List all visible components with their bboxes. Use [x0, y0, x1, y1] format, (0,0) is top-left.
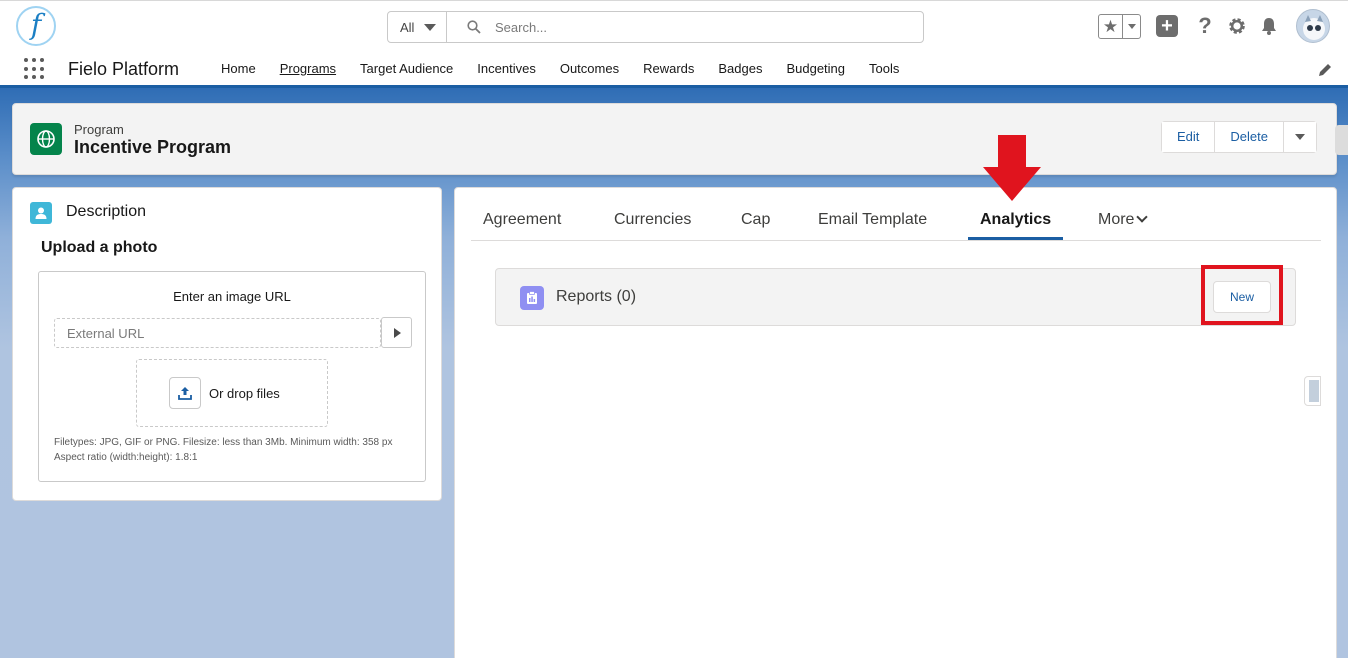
upload-svg [178, 387, 192, 400]
person-svg [35, 207, 47, 219]
logo-letter: f [30, 7, 42, 41]
nav-item-home[interactable]: Home [209, 52, 268, 86]
edit-nav-pencil-icon[interactable] [1317, 62, 1333, 78]
nav-items: Home Programs Target Audience Incentives… [209, 52, 911, 86]
search-scope-dropdown[interactable]: All [388, 12, 447, 42]
tab-cap[interactable]: Cap [729, 200, 782, 240]
play-arrow-icon [394, 327, 401, 338]
tab-more[interactable]: More [1086, 200, 1158, 240]
fielo-logo[interactable]: f [16, 6, 56, 46]
favorites-star-icon[interactable]: ★ [1099, 15, 1123, 38]
chevron-down-icon [1136, 211, 1149, 223]
drop-label: Or drop files [209, 386, 280, 401]
avatar-svg [1303, 15, 1325, 40]
report-icon [520, 286, 544, 310]
tabs-panel: Agreement Currencies Cap Email Template … [454, 187, 1337, 658]
caret-down-icon [1127, 24, 1136, 29]
record-header: Program Incentive Program Edit Delete [12, 103, 1337, 175]
annotation-arrow-icon [983, 135, 1041, 201]
aspect-ratio-hint: Aspect ratio (width:height): 1.8:1 [54, 452, 198, 463]
search-box [447, 12, 923, 42]
description-card: Description Upload a photo Enter an imag… [12, 187, 442, 501]
record-actions: Edit Delete [1161, 121, 1317, 153]
global-header: f All ★ + ? [0, 0, 1348, 52]
handle-grip-icon [1309, 380, 1319, 402]
search-icon [467, 20, 481, 34]
reports-title: Reports (0) [556, 288, 637, 305]
upload-box: Enter an image URL Or drop files Filetyp… [38, 271, 426, 482]
tab-agreement[interactable]: Agreement [471, 200, 573, 240]
help-icon[interactable]: ? [1194, 13, 1216, 38]
search-input[interactable] [495, 19, 875, 35]
nav-item-budgeting[interactable]: Budgeting [774, 52, 857, 86]
external-url-input[interactable] [54, 318, 381, 348]
nav-item-outcomes[interactable]: Outcomes [548, 52, 631, 86]
new-button-highlight [1201, 265, 1283, 325]
app-name: Fielo Platform [68, 59, 180, 79]
file-drop-zone[interactable]: Or drop files [136, 359, 328, 427]
globe-icon [30, 123, 62, 155]
search-scope-label: All [400, 19, 415, 35]
notifications-bell-icon[interactable] [1258, 15, 1280, 37]
tab-analytics[interactable]: Analytics [968, 200, 1064, 240]
upload-title: Upload a photo [41, 239, 158, 256]
url-label: Enter an image URL [173, 289, 291, 304]
global-search: All [387, 11, 924, 43]
nav-item-programs[interactable]: Programs [268, 52, 348, 86]
caret-down-icon [1294, 134, 1305, 140]
tab-more-label: More [1098, 211, 1135, 228]
avatar[interactable] [1296, 9, 1330, 43]
bell-svg [1262, 18, 1276, 35]
nav-item-rewards[interactable]: Rewards [631, 52, 706, 86]
nav-item-incentives[interactable]: Incentives [465, 52, 548, 86]
gear-svg [1229, 18, 1245, 34]
tab-bar: Agreement Currencies Cap Email Template … [471, 200, 1321, 241]
delete-button[interactable]: Delete [1215, 122, 1284, 152]
card-title: Description [66, 203, 147, 220]
globe-svg [37, 130, 55, 148]
app-nav-bar: Fielo Platform Home Programs Target Audi… [0, 52, 1348, 88]
nav-item-badges[interactable]: Badges [706, 52, 774, 86]
submit-url-button[interactable] [381, 317, 412, 348]
contact-icon [30, 202, 52, 224]
setup-gear-icon[interactable] [1226, 15, 1248, 37]
caret-down-icon [424, 23, 437, 31]
record-type-label: Program [74, 122, 124, 137]
reports-related-list: Reports (0) New [495, 268, 1296, 326]
clipboard-svg [527, 291, 537, 304]
favorites-dropdown[interactable] [1123, 15, 1140, 38]
nav-item-tools[interactable]: Tools [857, 52, 911, 86]
pencil-svg [1319, 64, 1331, 76]
utility-edge-tab[interactable] [1335, 125, 1348, 155]
nav-item-target-audience[interactable]: Target Audience [348, 52, 465, 86]
file-requirements-hint: Filetypes: JPG, GIF or PNG. Filesize: le… [54, 437, 393, 448]
upload-icon[interactable] [169, 377, 201, 409]
more-actions-button[interactable] [1283, 122, 1316, 152]
record-title: Incentive Program [74, 137, 232, 157]
tab-currencies[interactable]: Currencies [602, 200, 703, 240]
edit-button[interactable]: Edit [1162, 122, 1216, 152]
add-icon[interactable]: + [1156, 15, 1178, 37]
favorites-group: ★ [1098, 14, 1141, 39]
side-panel-handle[interactable] [1304, 376, 1321, 406]
app-launcher-icon[interactable] [24, 58, 46, 80]
tab-email-template[interactable]: Email Template [806, 200, 939, 240]
